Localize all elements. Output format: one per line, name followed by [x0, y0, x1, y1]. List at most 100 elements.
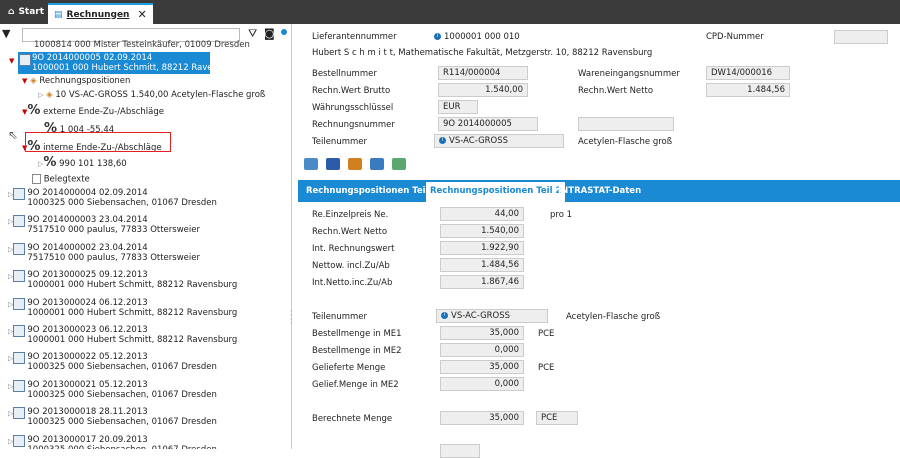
tree-item-rechnungspositionen[interactable]: ▼ ◈ Rechnungspositionen — [22, 76, 130, 86]
tree-item-title: 9O 2014000002 23.04.2014 — [27, 242, 148, 253]
label-gelieferte: Gelieferte Menge — [312, 363, 386, 373]
expand-icon[interactable]: ▼ — [9, 56, 14, 66]
info-icon: i — [434, 33, 441, 40]
box-icon[interactable] — [348, 158, 362, 170]
field-rechnungsnummer-2[interactable] — [578, 117, 674, 131]
binoculars-icon[interactable]: ◙ — [264, 27, 275, 40]
tree-item-externe[interactable]: ▼% externe Ende-Zu-/Abschläge — [22, 103, 164, 118]
tree-item-address: 1000325 000 Siebensachen, 01067 Dresden — [27, 198, 217, 208]
filter-icon[interactable]: ▼ — [2, 27, 10, 40]
field-gelieferte[interactable]: 35,000 — [440, 360, 524, 374]
box-icon: ◈ — [30, 76, 37, 86]
label-int-rechnungswert: Int. Rechnungswert — [312, 244, 395, 254]
field-partial[interactable] — [440, 444, 480, 458]
tree-item[interactable]: ▷ 9O 2014000002 23.04.2014 7517510 000 pau… — [8, 242, 200, 263]
tree-item-address: 1000001 000 Hubert Schmitt, 88212 Ravens… — [27, 307, 238, 318]
field-wareneingang[interactable]: DW14/000016 — [706, 66, 790, 80]
label-intnetto: Int.Netto.inc.Zu/Ab — [312, 278, 393, 288]
field-detail-netto[interactable]: 1.540,00 — [440, 224, 524, 238]
label-bme2: Bestellmenge in ME2 — [312, 346, 402, 356]
tree-item-interne-value[interactable]: ▷% 990 101 138,60 — [38, 155, 127, 170]
tree-item[interactable]: ▷ 9O 2014000004 02.09.2014 1000325 000 Sie… — [8, 188, 217, 208]
value-lieferantennummer[interactable]: i 1000001 000 010 — [434, 32, 520, 42]
field-rechnungsnummer[interactable]: 9O 2014000005 — [438, 117, 538, 131]
field-gelme2[interactable]: 0,000 — [440, 377, 524, 391]
dot-icon[interactable] — [281, 29, 287, 35]
field-bestellnummer[interactable]: R114/000004 — [438, 66, 528, 80]
stack-icon[interactable] — [370, 158, 384, 170]
tree-item-selected[interactable]: 9O 2014000005 02.09.2014 1000001 000 Hub… — [18, 52, 242, 74]
tree-item[interactable]: ▷ 9O 2013000021 05.12.2013 1000325 000 Sie… — [8, 379, 217, 400]
field-bme2[interactable]: 0,000 — [440, 343, 524, 357]
tree-item[interactable]: ▷ 9O 2013000018 28.11.2013 1000325 000 Sie… — [8, 407, 217, 427]
field-cpd[interactable] — [834, 30, 888, 44]
field-int-rechnungswert[interactable]: 1.922,90 — [440, 241, 524, 255]
funnel-icon[interactable]: ⛛ — [248, 27, 257, 41]
label-cpd: CPD-Nummer — [706, 32, 764, 42]
highlight-box — [25, 132, 171, 152]
home-icon: ⌂ — [8, 7, 15, 17]
label-wareneingang: Wareneingangsnummer — [578, 69, 680, 79]
label-pro: pro 1 — [550, 210, 573, 220]
tree-item-title: 9O 2014000004 02.09.2014 — [27, 188, 148, 198]
label-detail-netto: Rechn.Wert Netto — [312, 227, 388, 237]
field-intnetto[interactable]: 1.867,46 — [440, 275, 524, 289]
tree-item-belegtexte[interactable]: Belegtexte — [32, 174, 90, 185]
tree-item-address: 1000325 000 Siebensachen, 01067 Dresden — [27, 389, 217, 400]
document-icon — [13, 215, 26, 228]
label-teilenummer: Teilenummer — [312, 137, 367, 147]
field-waehrung[interactable]: EUR — [438, 100, 478, 114]
percent-icon: % — [43, 155, 57, 170]
document-icon — [19, 54, 31, 66]
percent-icon: % — [27, 103, 41, 118]
field-bme1[interactable]: 35,000 — [440, 326, 524, 340]
tree-item[interactable]: ▷9O 2013000017 20.09.20131000325 000 Sie… — [8, 434, 217, 449]
expand-icon: ▼ — [22, 77, 28, 85]
card-icon[interactable] — [392, 158, 406, 170]
tree-item-title: 9O 2013000021 05.12.2013 — [27, 379, 148, 390]
document-icon — [13, 188, 26, 200]
tree-item-address: 7517510 000 paulus, 77833 Ottersweier — [27, 252, 200, 263]
tree-item-address: 7517510 000 paulus, 77833 Ottersweier — [27, 225, 200, 236]
tree-item-address: 1000325 000 Siebensachen, 01067 Dresden — [27, 362, 217, 373]
tree-item[interactable]: ▷ 9O 2013000025 09.12.2013 1000001 000 Hub… — [8, 270, 237, 290]
field-teilenummer[interactable]: i VS-AC-GROSS — [434, 134, 564, 148]
tab-rechnungen[interactable]: ▤ Rechnungen ✕ — [48, 3, 153, 24]
tree-item[interactable]: ▷ 9O 2013000024 06.12.2013 1000001 000 Hub… — [8, 297, 238, 318]
field-einzelpreis[interactable]: 44,00 — [440, 207, 524, 221]
tree-item-title: 9O 2013000023 06.12.2013 — [27, 325, 148, 335]
tab-start[interactable]: ⌂ Start — [2, 3, 50, 21]
tree-item-title: 9O 2013000024 06.12.2013 — [27, 297, 148, 308]
field-nettow[interactable]: 1.484,56 — [440, 258, 524, 272]
label-nettow: Nettow. incl.Zu/Ab — [312, 261, 390, 271]
subtab-bar: Rechnungspositionen Teil 1 Rechnungsposi… — [298, 180, 900, 202]
label-bme1: Bestellmenge in ME1 — [312, 329, 402, 339]
tree-item-cut[interactable]: 1000814 000 Mister Testeinkäufer, 01009 … — [34, 40, 250, 50]
tree-item-address: 1000001 000 Hubert Schmitt, 88212 Ravens… — [27, 335, 238, 345]
box-icon: ◈ — [46, 90, 53, 100]
document-icon — [13, 242, 26, 255]
field-berechnete[interactable]: 35,000 — [440, 411, 524, 425]
subtab-teil-2[interactable]: Rechnungspositionen Teil 2 — [426, 182, 566, 202]
unit-bme1: PCE — [538, 329, 555, 339]
subtab-intrastat[interactable]: INTRASTAT-Daten — [554, 182, 645, 202]
tree-item[interactable]: ▷ 9O 2013000023 06.12.2013 1000001 000 Hub… — [8, 325, 237, 345]
tree-item-address: 1000001 000 Hubert Schmitt, 88212 Ravens… — [27, 280, 238, 291]
field-berechnete-unit[interactable]: PCE — [536, 411, 578, 425]
tree-item[interactable]: ▷ 9O 2014000003 23.04.2014 7517510 000 pau… — [8, 215, 200, 235]
label-berechnete: Berechnete Menge — [312, 414, 393, 424]
subtab-teil-1[interactable]: Rechnungspositionen Teil 1 — [302, 182, 441, 202]
bag-icon[interactable] — [326, 158, 340, 170]
tree-item[interactable]: ▷ 9O 2013000022 05.12.2013 1000325 000 Sie… — [8, 352, 217, 372]
field-netto[interactable]: 1.484,56 — [706, 83, 790, 97]
close-icon[interactable]: ✕ — [137, 8, 146, 21]
splitter-handle[interactable]: · · · · — [290, 308, 293, 328]
text-icon — [32, 174, 41, 184]
truck-icon[interactable] — [304, 158, 318, 170]
tree-item-position[interactable]: ▷ ◈ 10 VS-AC-GROSS 1.540,00 Acetylen-Fla… — [38, 90, 265, 100]
teil-description: Acetylen-Flasche groß — [578, 137, 673, 147]
field-detail-teilenummer[interactable]: i VS-AC-GROSS — [436, 309, 548, 323]
detail-panel: Lieferantennummer i 1000001 000 010 CPD-N… — [298, 24, 900, 458]
document-icon — [13, 297, 26, 310]
field-brutto[interactable]: 1.540,00 — [438, 83, 528, 97]
